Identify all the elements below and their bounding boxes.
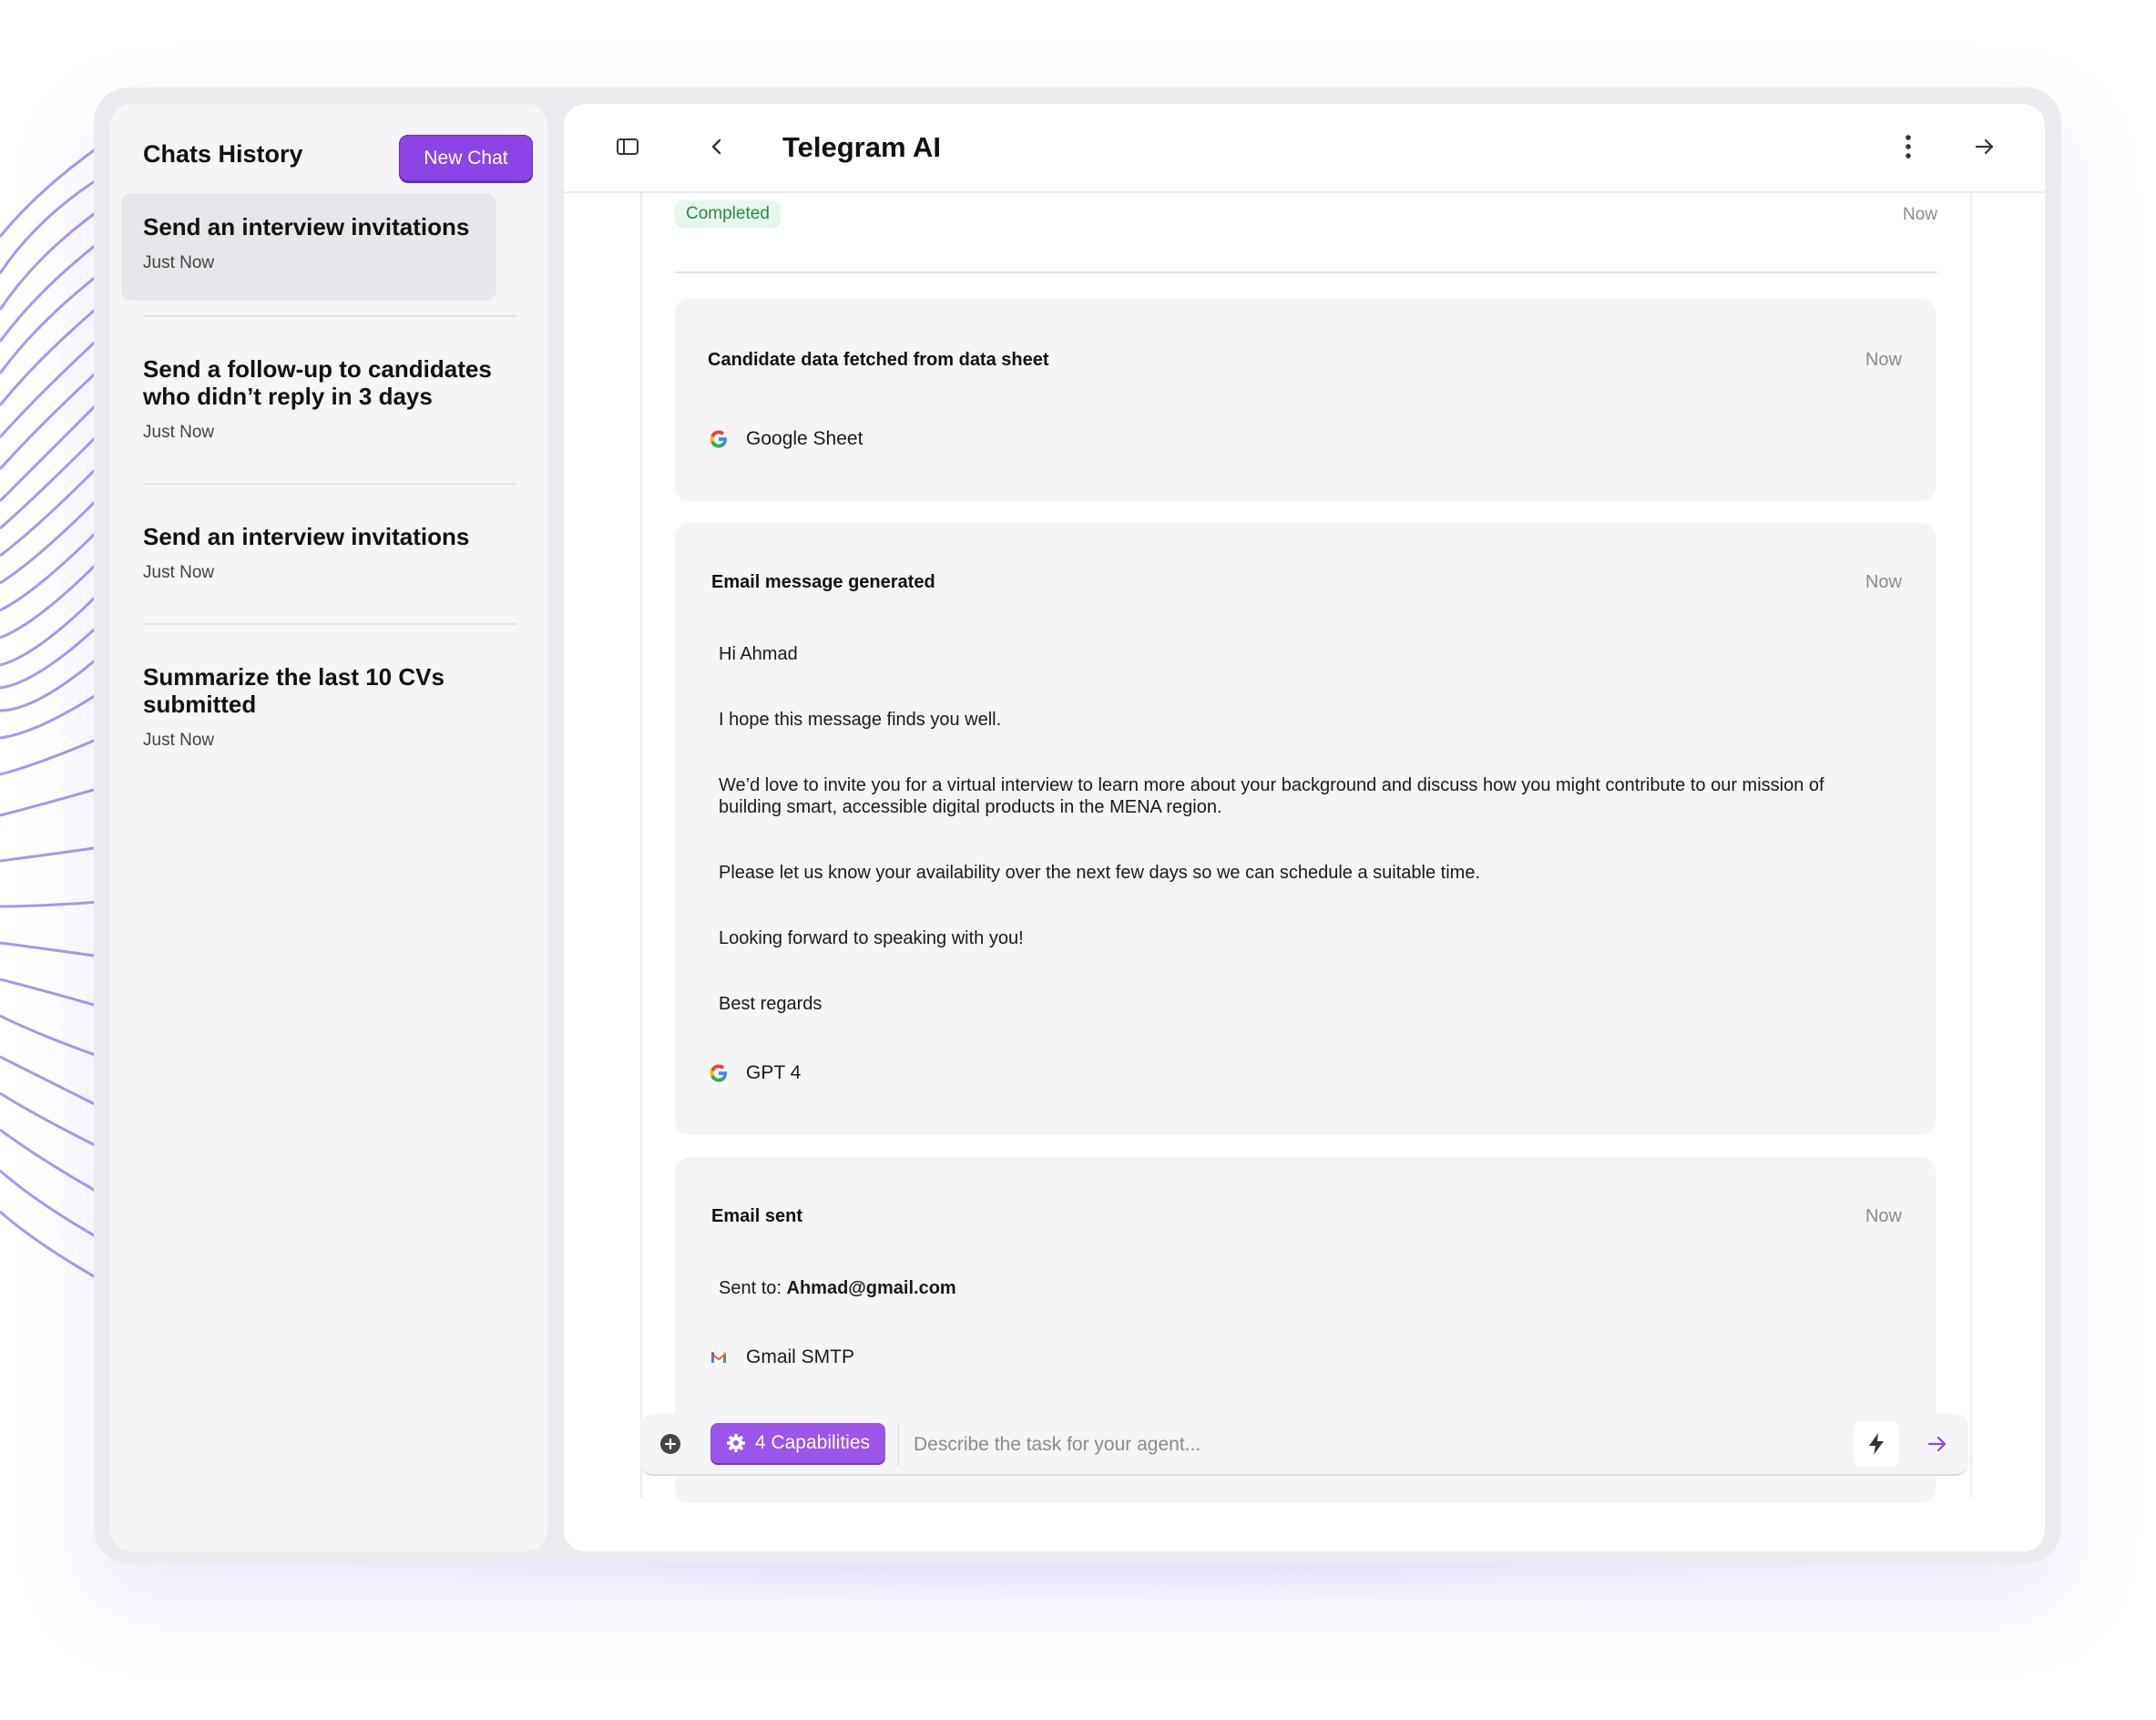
chat-history-item-time: Just Now (143, 563, 215, 582)
email-paragraph: Looking forward to speaking with you! (719, 928, 1024, 948)
step-source-label: Google Sheet (746, 428, 863, 449)
capabilities-label: 4 Capabilities (754, 1432, 871, 1453)
email-paragraph: Best regards (719, 994, 823, 1014)
email-paragraph: Hi Ahmad (719, 644, 798, 664)
step-source-label: GPT 4 (746, 1062, 802, 1083)
chat-history-item-title: Send an interview invitations (143, 213, 470, 241)
status-badge: Completed (675, 200, 781, 228)
capabilities-button[interactable]: 4 Capabilities (710, 1423, 885, 1463)
step-card-time: Now (1865, 1206, 1902, 1226)
email-paragraph: Please let us know your availability ove… (719, 863, 1480, 883)
sidebar-toggle-icon[interactable] (615, 134, 640, 164)
sent-to-email: Ahmad@gmail.com (786, 1278, 956, 1298)
back-chevron-icon[interactable] (704, 134, 730, 164)
google-icon (708, 1062, 730, 1084)
chats-history-sidebar: Chats History New Chat Send an interview… (110, 104, 547, 1551)
send-arrow-icon[interactable] (1925, 1431, 1950, 1461)
step-card-title: Candidate data fetched from data sheet (708, 350, 1049, 370)
chat-history-item-title: Summarize the last 10 CVs submitted (143, 663, 444, 718)
chat-header: Telegram AI (564, 104, 2045, 193)
divider (143, 315, 516, 317)
step-card-email-generated: Email message generated Now Hi Ahmad I h… (675, 523, 1936, 1135)
divider (143, 483, 516, 485)
chat-history-item-time: Just Now (143, 253, 215, 272)
page-title: Telegram AI (782, 131, 941, 163)
task-input[interactable] (897, 1424, 1835, 1466)
divider (143, 623, 516, 625)
chat-history-item-title: Send a follow-up to candidates who didn’… (143, 355, 492, 410)
sent-to-line: Sent to: Ahmad@gmail.com (719, 1277, 1875, 1299)
add-icon[interactable] (659, 1432, 682, 1460)
chat-history-item[interactable]: Send a follow-up to candidates who didn’… (143, 355, 516, 443)
chat-history-item[interactable]: Send an interview invitations Just Now (121, 193, 496, 301)
sidebar-title: Chats History (143, 140, 303, 168)
decorative-lines (0, 144, 100, 1282)
step-source: GPT 4 (708, 1062, 801, 1084)
email-paragraph: We’d love to invite you for a virtual in… (719, 775, 1824, 817)
chat-history-item[interactable]: Send an interview invitations Just Now (143, 523, 516, 583)
email-paragraph: I hope this message finds you well. (719, 710, 1002, 730)
step-card-title: Email message generated (711, 572, 935, 592)
chat-history-item-title: Send an interview invitations (143, 523, 470, 550)
chat-panel: Telegram AI Completed Now Candidate data… (564, 104, 2045, 1551)
chat-history-item-time: Just Now (143, 423, 215, 442)
status-time: Now (1902, 205, 1937, 224)
chat-history-item[interactable]: Summarize the last 10 CVs submitted Just… (143, 663, 516, 751)
divider (675, 271, 1937, 273)
step-source-label: Gmail SMTP (746, 1346, 855, 1367)
message-composer: 4 Capabilities (640, 1414, 1968, 1476)
more-options-icon[interactable] (1895, 133, 1921, 165)
message-thread: Completed Now Candidate data fetched fro… (640, 193, 1972, 1503)
step-source: Google Sheet (708, 428, 863, 450)
gmail-icon (708, 1346, 730, 1368)
google-icon (708, 428, 730, 450)
chat-history-item-time: Just Now (143, 731, 215, 750)
step-card-data-fetched: Candidate data fetched from data sheet N… (675, 299, 1936, 501)
arrow-right-icon[interactable] (1972, 134, 1998, 164)
sent-to-label: Sent to: (719, 1278, 782, 1298)
step-card-title: Email sent (711, 1206, 803, 1226)
step-source: Gmail SMTP (708, 1346, 854, 1368)
gear-icon (726, 1433, 746, 1453)
new-chat-button[interactable]: New Chat (399, 135, 533, 181)
step-card-time: Now (1865, 572, 1902, 592)
lightning-icon[interactable] (1854, 1421, 1899, 1467)
step-card-time: Now (1865, 350, 1902, 370)
